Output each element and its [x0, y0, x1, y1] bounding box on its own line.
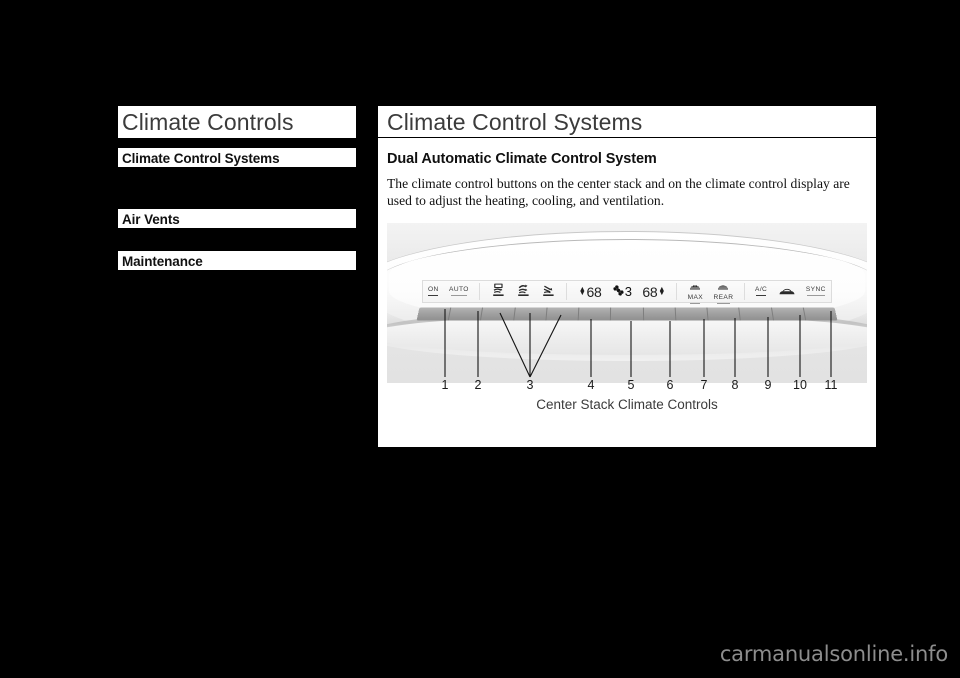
passenger-temperature[interactable]: 68 ▲ ▼ [642, 285, 666, 299]
rear-underline [716, 303, 730, 305]
display-button-floor-airflow[interactable] [541, 283, 556, 301]
climate-display-strip: ON AUTO ▲ ▼ 68 3 68 ▲ ▼ MAX REAR A/C SYN… [422, 279, 832, 305]
display-button-face-airflow[interactable] [516, 283, 531, 301]
display-separator [479, 283, 481, 300]
display-button-windshield-airflow[interactable] [491, 283, 506, 301]
callout-number: 6 [666, 378, 674, 392]
figure-caption: Center Stack Climate Controls [536, 397, 718, 412]
callout-number: 9 [764, 378, 772, 392]
display-button-on[interactable]: ON [428, 285, 439, 297]
auto-underline [450, 295, 467, 297]
max-defrost-icon [689, 279, 701, 295]
physical-button[interactable] [739, 307, 774, 321]
physical-button-bar-surface [416, 307, 838, 321]
rear-label: REAR [713, 293, 734, 301]
display-button-sync[interactable]: SYNC [805, 285, 826, 297]
physical-button[interactable] [416, 307, 452, 321]
on-label: ON [428, 285, 439, 293]
toc-entry-air-vents[interactable]: Air Vents [118, 209, 356, 228]
display-separator [743, 283, 745, 300]
passenger-temp-value: 68 [642, 283, 658, 300]
driver-temp-value-group: ▲ ▼ 68 [578, 285, 602, 299]
display-button-max-defrost[interactable]: MAX [687, 279, 704, 305]
figure-photo: ON AUTO ▲ ▼ 68 3 68 ▲ ▼ MAX REAR A/C SYN… [387, 223, 867, 383]
callout-number: 11 [824, 378, 838, 392]
max-label: MAX [687, 293, 704, 301]
toc-spacer [118, 167, 356, 209]
display-separator [676, 283, 678, 300]
callout-number: 7 [700, 378, 708, 392]
physical-button[interactable] [578, 307, 612, 321]
physical-button-bar[interactable] [416, 307, 838, 321]
callout-number: 8 [731, 378, 739, 392]
driver-temp-value: 68 [586, 283, 602, 300]
display-separator [566, 283, 568, 300]
fan-icon [612, 284, 625, 299]
physical-button[interactable] [643, 307, 677, 321]
max-underline [690, 303, 701, 305]
face-airflow-icon [516, 283, 531, 301]
physical-button[interactable] [611, 307, 644, 321]
toc-spacer [118, 228, 356, 251]
physical-button[interactable] [707, 307, 742, 321]
physical-button[interactable] [513, 307, 548, 321]
section-heading: Dual Automatic Climate Control System [387, 151, 657, 167]
windshield-airflow-icon [491, 283, 506, 301]
physical-button[interactable] [448, 307, 484, 321]
physical-button[interactable] [481, 307, 516, 321]
content-page: Climate Control Systems Dual Automatic C… [378, 106, 876, 447]
fan-speed-group: 3 [612, 284, 632, 299]
site-watermark: carmanualsonline.info [719, 642, 948, 666]
callout-number: 2 [474, 378, 482, 392]
toc-spacer [118, 138, 356, 148]
body-paragraph: The climate control buttons on the cente… [387, 176, 850, 208]
callout-number: 4 [587, 378, 595, 392]
sync-underline [806, 295, 825, 297]
fan-speed-value: 3 [624, 284, 632, 299]
page-title: Climate Control Systems [387, 109, 643, 135]
sync-label: SYNC [805, 285, 826, 293]
physical-button[interactable] [771, 307, 807, 321]
on-underline [428, 294, 439, 297]
ac-underline [756, 294, 767, 297]
recirculation-icon [778, 284, 796, 300]
header-divider [378, 137, 876, 138]
auto-label: AUTO [449, 285, 469, 293]
display-button-auto[interactable]: AUTO [449, 285, 469, 297]
rear-defog-icon [717, 279, 729, 295]
display-button-ac[interactable]: A/C [755, 285, 768, 297]
physical-button[interactable] [804, 307, 838, 320]
driver-temperature[interactable]: ▲ ▼ 68 [578, 285, 602, 299]
passenger-temp-value-group: 68 ▲ ▼ [642, 285, 666, 299]
toc-chapter-title: Climate Controls [118, 106, 356, 138]
display-button-rear-defog[interactable]: REAR [713, 279, 734, 305]
table-of-contents: Climate Controls Climate Control Systems… [118, 106, 356, 270]
ac-label: A/C [755, 285, 768, 293]
callout-number: 5 [627, 378, 635, 392]
physical-button[interactable] [675, 307, 709, 321]
physical-button[interactable] [546, 307, 580, 321]
floor-airflow-icon [541, 283, 556, 301]
toc-entry-maintenance[interactable]: Maintenance [118, 251, 356, 270]
temp-stepper-chevrons-icon[interactable]: ▲ ▼ [579, 286, 586, 297]
display-button-recirculation[interactable] [778, 284, 796, 300]
fan-speed-control[interactable]: 3 [612, 284, 632, 299]
callout-number: 1 [441, 378, 449, 392]
figure-center-stack-climate-controls: ON AUTO ▲ ▼ 68 3 68 ▲ ▼ MAX REAR A/C SYN… [387, 223, 867, 412]
dashboard-lower-highlight [387, 315, 867, 355]
toc-entry-climate-control-systems[interactable]: Climate Control Systems [118, 148, 356, 167]
callout-numbers: 1 2 3 4 5 6 7 8 9 10 11 [387, 378, 867, 394]
callout-number: 3 [526, 378, 534, 392]
temp-stepper-chevrons-icon[interactable]: ▲ ▼ [658, 286, 665, 297]
callout-number: 10 [793, 378, 807, 392]
